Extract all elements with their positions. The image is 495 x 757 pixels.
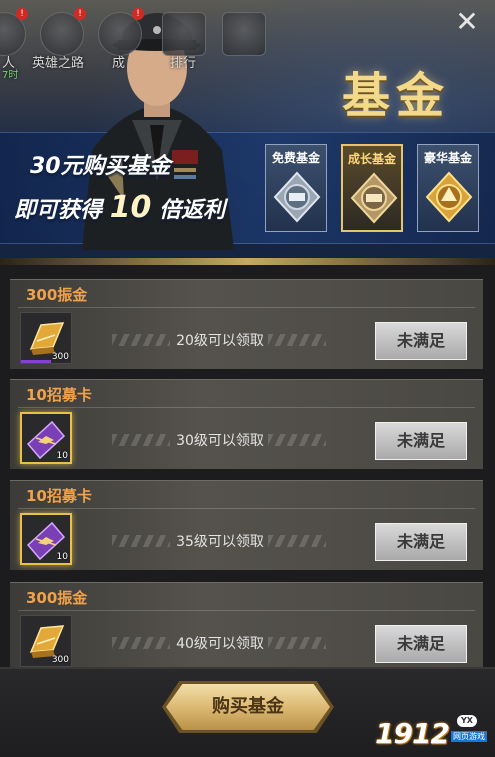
deco-stripes	[112, 535, 170, 547]
reward-item: 300振金 300 20级可以领取 未满足	[10, 279, 483, 369]
deco-stripes	[112, 334, 170, 346]
promo-line-2: 即可获得 10 倍返利	[14, 190, 225, 225]
tab-deluxe-fund-label: 豪华基金	[423, 151, 472, 165]
reward-condition: 20级可以领取	[176, 333, 264, 349]
nav-sub-1: 7时	[2, 70, 19, 81]
close-button[interactable]: ✕	[453, 8, 481, 36]
rarity-bar	[21, 360, 51, 363]
deco-stripes	[112, 434, 170, 446]
reward-item: 10招募卡 10 30级可以领取 未满足	[10, 379, 483, 469]
reward-item: 10招募卡 10 35级可以领取 未满足	[10, 480, 483, 570]
nav-badge-2: !	[74, 8, 86, 20]
expand-icon[interactable]	[222, 12, 266, 56]
deco-stripes	[268, 334, 326, 346]
nav-label-3: 成	[112, 56, 126, 71]
reward-divider	[18, 307, 475, 308]
reward-condition: 40级可以领取	[176, 636, 264, 652]
reward-title: 10招募卡	[26, 386, 92, 404]
buy-fund-button[interactable]: 购买基金	[166, 684, 330, 730]
watermark-logo: 1912 YX 网页游戏	[375, 715, 487, 750]
nav-badge-1: !	[16, 8, 28, 20]
reward-title: 10招募卡	[26, 487, 92, 505]
deco-stripes	[268, 535, 326, 547]
reward-divider	[18, 610, 475, 611]
tab-free-fund-label: 免费基金	[271, 151, 320, 165]
tab-growth-fund-label: 成长基金	[347, 152, 396, 166]
nav-label-hero-road: 英雄之路	[32, 56, 85, 71]
watermark-sub: 网页游戏	[451, 731, 487, 742]
reward-condition: 35级可以领取	[176, 534, 264, 550]
tab-free-fund[interactable]: 免费基金	[265, 144, 327, 232]
deco-stripes	[268, 434, 326, 446]
item-quantity: 300	[51, 352, 69, 362]
fund-title: 基金	[342, 68, 451, 124]
reward-list[interactable]: 300振金 300 20级可以领取 未满足 10招募卡 10 30级可以领取 未…	[0, 265, 495, 675]
nav-badge-3: !	[132, 8, 144, 20]
banner-divider	[0, 258, 495, 265]
gold-bar-icon[interactable]: 300	[20, 615, 72, 667]
recruit-card-icon[interactable]: 10	[20, 412, 72, 464]
reward-item: 300振金 300 40级可以领取 未满足	[10, 582, 483, 672]
gold-emblem-icon	[425, 171, 473, 223]
reward-condition: 30级可以领取	[176, 433, 264, 449]
item-quantity: 300	[51, 655, 69, 665]
promo-prefix: 即可获得	[14, 198, 103, 223]
recruit-card-icon[interactable]: 10	[20, 513, 72, 565]
gold-bar-icon[interactable]: 300	[20, 312, 72, 364]
fund-banner: ! 人 7时 ! 英雄之路 ! 成 排行 ✕ 基金 30元购买基金 即可获得 1…	[0, 0, 495, 265]
claim-status-button[interactable]: 未满足	[375, 322, 467, 360]
promo-suffix: 倍返利	[159, 198, 226, 223]
claim-status-button[interactable]: 未满足	[375, 422, 467, 460]
claim-status-button[interactable]: 未满足	[375, 625, 467, 663]
bronze-emblem-icon	[350, 172, 398, 224]
reward-divider	[18, 508, 475, 509]
reward-divider	[18, 407, 475, 408]
nav-label-ranking: 排行	[170, 56, 197, 71]
tab-growth-fund[interactable]: 成长基金	[341, 144, 403, 232]
reward-title: 300振金	[26, 286, 88, 304]
watermark-yx: YX	[457, 715, 477, 727]
deco-stripes	[268, 637, 326, 649]
claim-status-button[interactable]: 未满足	[375, 523, 467, 561]
watermark-number: 1912	[375, 717, 450, 750]
item-quantity: 10	[56, 552, 68, 562]
promo-multiplier: 10	[109, 190, 152, 225]
ranking-icon[interactable]	[162, 12, 206, 56]
promo-line-1: 30元购买基金	[30, 154, 171, 179]
tab-deluxe-fund[interactable]: 豪华基金	[417, 144, 479, 232]
reward-title: 300振金	[26, 589, 88, 607]
silver-emblem-icon	[273, 171, 321, 223]
item-quantity: 10	[56, 451, 68, 461]
deco-stripes	[112, 637, 170, 649]
